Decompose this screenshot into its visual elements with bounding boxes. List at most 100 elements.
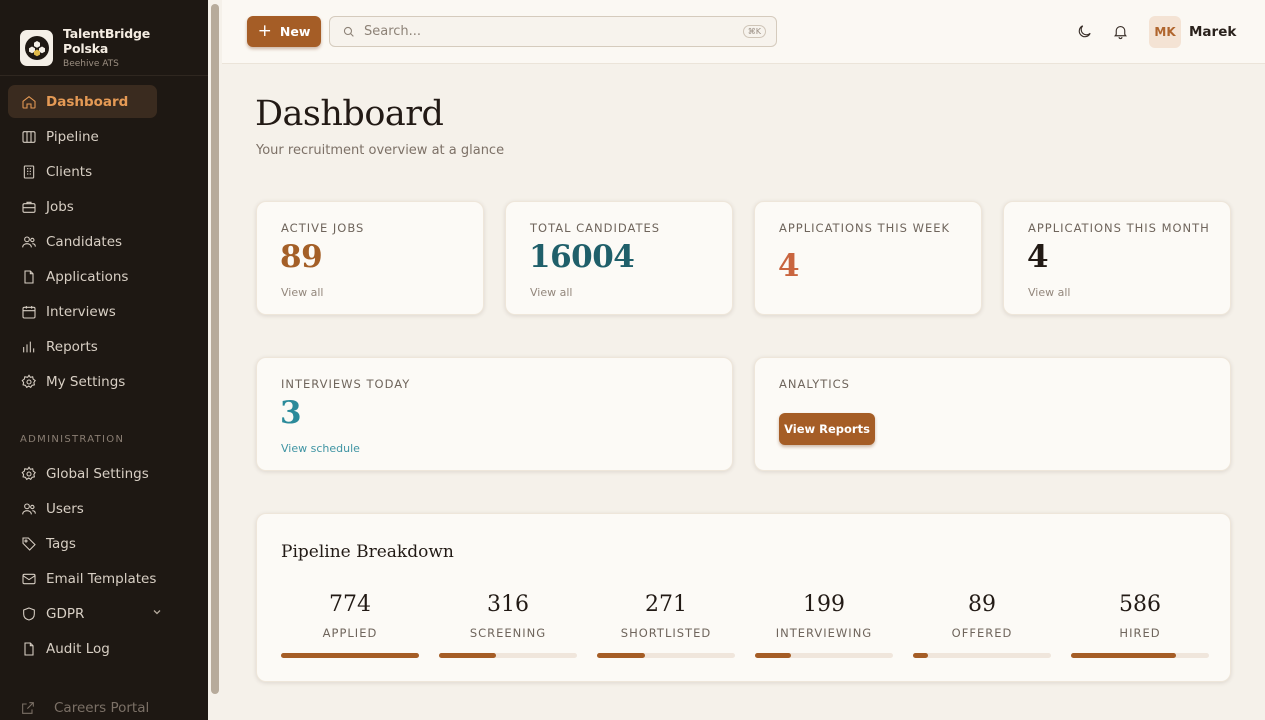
stage-name: OFFERED [951, 626, 1013, 640]
mail-icon [20, 570, 38, 588]
stage-bar-fill [439, 653, 496, 658]
user-name[interactable]: Marek [1189, 24, 1236, 40]
stage-bar [755, 653, 893, 658]
stat-label: APPLICATIONS THIS MONTH [1028, 221, 1210, 235]
stat-label: ACTIVE JOBS [281, 221, 365, 235]
stat-value: 16004 [529, 239, 635, 275]
sidebar-item-my-settings[interactable]: My Settings [8, 365, 157, 398]
sidebar-scrollbar[interactable] [211, 4, 219, 694]
sidebar-item-label: Candidates [46, 233, 123, 250]
search-input[interactable] [364, 24, 734, 39]
stat-value: 4 [778, 248, 800, 284]
view-all-link[interactable]: View all [281, 286, 323, 299]
sidebar-item-label: GDPR [46, 605, 85, 622]
topbar: + New ⌘K MK Marek [222, 0, 1265, 64]
stage-name: SCREENING [469, 626, 547, 640]
chevron-down-icon[interactable] [151, 606, 163, 621]
file-icon [20, 640, 38, 658]
sidebar-item-jobs[interactable]: Jobs [8, 190, 157, 223]
home-icon [20, 93, 38, 111]
sidebar-item-applications[interactable]: Applications [8, 260, 157, 293]
sidebar-item-label: Clients [46, 163, 93, 180]
view-schedule-link[interactable]: View schedule [281, 442, 360, 455]
columns-icon [20, 128, 38, 146]
pipeline-stage-applied: 774 APPLIED [281, 592, 419, 658]
view-reports-button[interactable]: View Reports [779, 413, 875, 445]
pipeline-stage-offered: 89 OFFERED [913, 592, 1051, 658]
bell-icon[interactable] [1110, 21, 1130, 41]
brand-subtitle: Beehive ATS [63, 59, 119, 69]
sidebar-item-label: Interviews [46, 303, 116, 320]
tag-icon [20, 535, 38, 553]
stat-value: 3 [280, 395, 302, 431]
analytics-label: ANALYTICS [779, 377, 850, 391]
interviews-today-card: INTERVIEWS TODAY 3 View schedule [256, 357, 733, 471]
pipeline-stage-hired: 586 HIRED [1071, 592, 1209, 658]
sidebar-item-clients[interactable]: Clients [8, 155, 157, 188]
main-nav: Dashboard Pipeline Clients Jobs Candidat… [8, 85, 200, 400]
file-icon [20, 268, 38, 286]
building-icon [20, 163, 38, 181]
sidebar-item-label: Users [46, 500, 84, 517]
sidebar-item-candidates[interactable]: Candidates [8, 225, 157, 258]
sidebar-item-pipeline[interactable]: Pipeline [8, 120, 157, 153]
sidebar-item-gdpr[interactable]: GDPR [8, 597, 161, 630]
stat-label: TOTAL CANDIDATES [530, 221, 661, 235]
pipeline-title: Pipeline Breakdown [281, 542, 454, 562]
sidebar-item-email-templates[interactable]: Email Templates [8, 562, 157, 595]
careers-portal-link[interactable]: Careers Portal [20, 700, 149, 716]
shortcut-hint: ⌘K [742, 25, 766, 38]
sidebar-item-label: Tags [46, 535, 76, 552]
stage-count: 316 [487, 592, 529, 617]
users-icon [20, 233, 38, 251]
sidebar: TalentBridge Polska Beehive ATS Dashboar… [0, 0, 208, 720]
stat-card-active-jobs: ACTIVE JOBS 89 View all [256, 201, 484, 315]
beehive-logo-icon [20, 29, 54, 66]
sidebar-item-global-settings[interactable]: Global Settings [8, 457, 157, 490]
bar-chart-icon [20, 338, 38, 356]
careers-portal-label: Careers Portal [54, 700, 150, 716]
stage-bar [597, 653, 735, 658]
sidebar-item-label: Audit Log [46, 640, 110, 657]
stage-count: 89 [968, 592, 996, 617]
stage-bar [439, 653, 577, 658]
pipeline-stage-interviewing: 199 INTERVIEWING [755, 592, 893, 658]
stat-value: 89 [280, 239, 323, 275]
external-link-icon [22, 702, 34, 714]
sidebar-item-tags[interactable]: Tags [8, 527, 157, 560]
sidebar-item-label: My Settings [46, 373, 126, 390]
sidebar-item-label: Applications [46, 268, 129, 285]
gear-icon [20, 465, 38, 483]
main-content: Dashboard Your recruitment overview at a… [222, 64, 1265, 720]
brand-header[interactable]: TalentBridge Polska Beehive ATS [0, 0, 208, 76]
users-icon [20, 500, 38, 518]
view-all-link[interactable]: View all [1028, 286, 1070, 299]
page-title: Dashboard [255, 94, 444, 134]
new-button[interactable]: + New [247, 16, 321, 47]
sidebar-item-reports[interactable]: Reports [8, 330, 157, 363]
avatar[interactable]: MK [1149, 16, 1181, 48]
brand-name: TalentBridge Polska [63, 26, 150, 56]
plus-icon: + [257, 21, 272, 41]
stage-bar [1071, 653, 1209, 658]
new-button-label: New [279, 24, 311, 39]
search-icon [343, 26, 354, 37]
sidebar-item-label: Dashboard [46, 93, 129, 110]
sidebar-item-dashboard[interactable]: Dashboard [8, 85, 157, 118]
sidebar-item-label: Global Settings [46, 465, 149, 482]
sidebar-item-audit-log[interactable]: Audit Log [8, 632, 157, 665]
pipeline-stage-screening: 316 SCREENING [439, 592, 577, 658]
stage-bar [913, 653, 1051, 658]
view-all-link[interactable]: View all [530, 286, 572, 299]
admin-nav: Global Settings Users Tags Email Templat… [8, 457, 200, 667]
sidebar-item-users[interactable]: Users [8, 492, 157, 525]
sidebar-item-interviews[interactable]: Interviews [8, 295, 157, 328]
stage-bar-fill [913, 653, 929, 658]
calendar-icon [20, 303, 38, 321]
moon-icon[interactable] [1074, 21, 1094, 41]
sidebar-item-label: Reports [46, 338, 98, 355]
search-bar[interactable]: ⌘K [329, 16, 777, 47]
stage-name: APPLIED [322, 626, 378, 640]
stage-name: HIRED [1119, 626, 1161, 640]
stage-bar-fill [281, 653, 419, 658]
